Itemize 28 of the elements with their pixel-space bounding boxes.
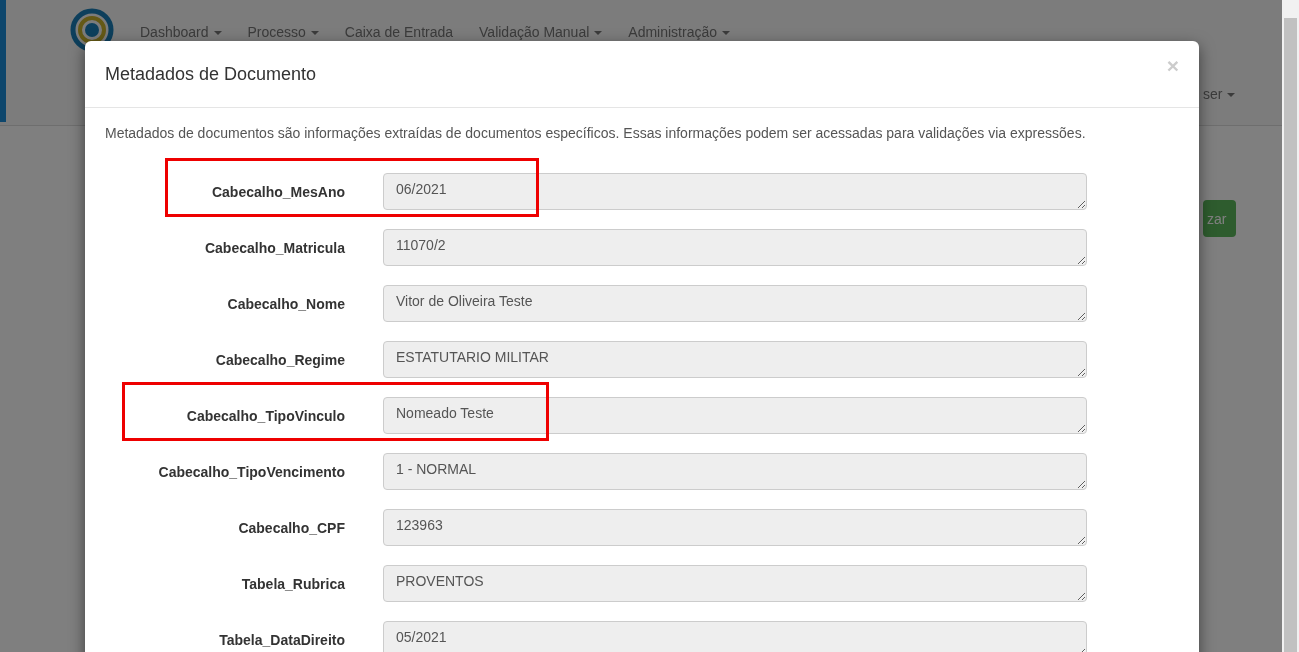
field-label: Cabecalho_CPF (238, 519, 345, 536)
metadata-field[interactable]: ESTATUTARIO MILITAR (383, 341, 1087, 378)
metadata-field[interactable]: 123963 (383, 509, 1087, 546)
metadata-field[interactable]: Vitor de Oliveira Teste (383, 285, 1087, 322)
modal-title: Metadados de Documento (105, 63, 317, 85)
caret-icon (722, 31, 730, 36)
field-label: Tabela_DataDireito (219, 631, 345, 648)
scrollbar[interactable] (1282, 0, 1299, 652)
metadata-field[interactable]: 11070/2 (383, 229, 1087, 266)
field-label: Cabecalho_TipoVencimento (158, 463, 345, 480)
metadata-field[interactable]: Nomeado Teste (383, 397, 1087, 434)
caret-icon (213, 31, 222, 36)
field-label: Cabecalho_TipoVinculo (186, 407, 345, 424)
field-label: Cabecalho_Nome (227, 295, 345, 312)
metadata-field[interactable]: PROVENTOS (383, 565, 1087, 602)
field-label: Cabecalho_MesAno (211, 183, 345, 200)
field-label: Cabecalho_Matricula (204, 239, 345, 256)
modal-description: Metadados de documentos são informações extraídas de documentos específicos. Essas informações podem ser acessadas para validações via expressões. (105, 124, 1087, 143)
caret-icon (594, 31, 603, 36)
scrollbar-thumb[interactable] (1284, 18, 1297, 652)
metadata-field[interactable]: 1 - NORMAL (383, 453, 1087, 490)
caret-icon (310, 31, 319, 36)
field-label: Cabecalho_Regime (215, 351, 345, 368)
metadata-field[interactable]: 06/2021 (383, 173, 1087, 210)
field-label: Tabela_Rubrica (241, 575, 345, 592)
caret-icon (1227, 93, 1236, 98)
logo-icon (70, 8, 114, 52)
metadata-field[interactable]: 05/2021 (383, 621, 1087, 652)
